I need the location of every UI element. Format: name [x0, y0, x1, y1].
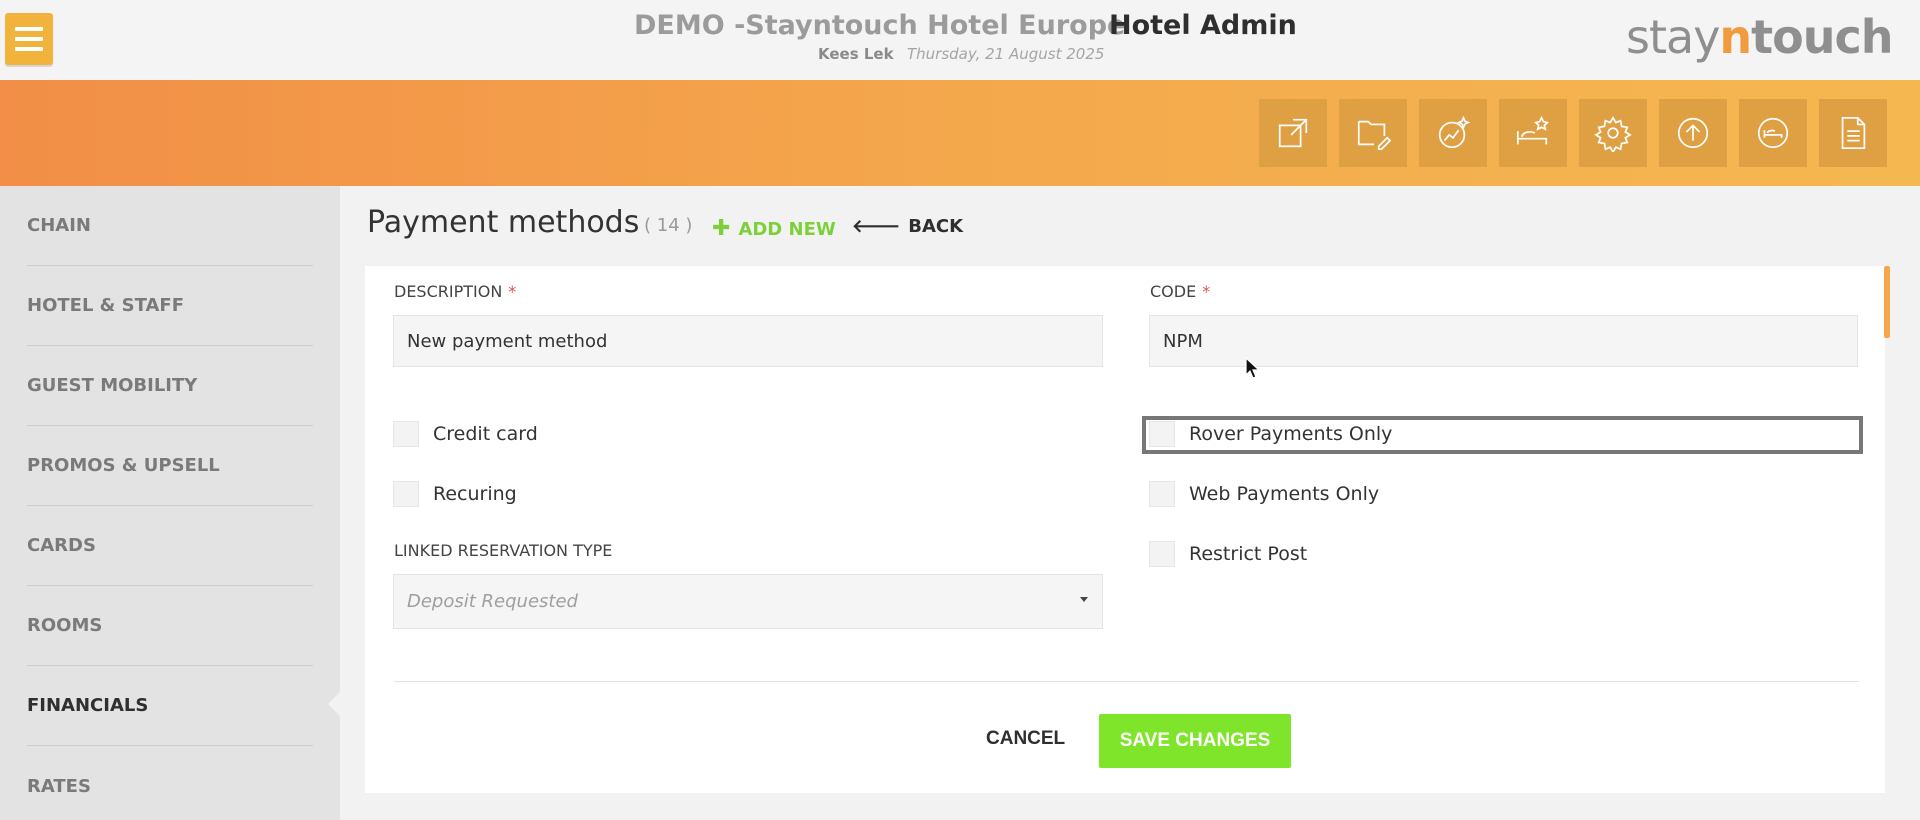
- menu-icon-bar: [15, 47, 43, 51]
- bed-circle-icon: [1757, 117, 1789, 149]
- cancel-button[interactable]: CANCEL: [986, 728, 1065, 750]
- add-new-label: ADD NEW: [738, 219, 836, 240]
- item-count: ( 14 ): [644, 215, 693, 236]
- scrollbar-thumb[interactable]: [1884, 266, 1890, 338]
- recuring-checkbox[interactable]: Recuring: [393, 481, 517, 507]
- checkbox-box[interactable]: [1149, 421, 1175, 447]
- user-name: Kees Lek: [818, 45, 894, 63]
- sidebar-item-rates[interactable]: RATES: [27, 746, 313, 820]
- checkbox-label: Rover Payments Only: [1189, 423, 1393, 445]
- document-icon: [1841, 116, 1866, 150]
- form-divider: [394, 681, 1859, 682]
- code-label: CODE *: [1150, 282, 1211, 301]
- restrict-post-checkbox[interactable]: Restrict Post: [1149, 541, 1307, 567]
- rover-payments-only-checkbox[interactable]: Rover Payments Only: [1149, 421, 1392, 447]
- external-link-button[interactable]: [1259, 99, 1327, 167]
- required-marker: *: [1202, 282, 1211, 301]
- checkbox-label: Recuring: [433, 483, 517, 505]
- save-changes-button[interactable]: SAVE CHANGES: [1099, 714, 1291, 768]
- linked-reservation-type-select[interactable]: Deposit Requested: [393, 574, 1103, 629]
- sidebar-item-financials[interactable]: FINANCIALS: [27, 666, 313, 746]
- top-header: DEMO -Stayntouch Hotel Europe Hotel Admi…: [0, 0, 1920, 80]
- hamburger-menu-button[interactable]: [5, 13, 53, 65]
- rooms-button[interactable]: [1739, 99, 1807, 167]
- toolbar-band: [0, 80, 1920, 186]
- sidebar-item-guest-mobility[interactable]: GUEST MOBILITY: [27, 346, 313, 426]
- page-title: Payment methods: [367, 205, 640, 240]
- menu-icon-bar: [15, 37, 43, 41]
- checkbox-label: Credit card: [433, 423, 538, 445]
- sidebar-item-hotel-staff[interactable]: HOTEL & STAFF: [27, 266, 313, 346]
- web-payments-only-checkbox[interactable]: Web Payments Only: [1149, 481, 1379, 507]
- section-title: Hotel Admin: [1109, 10, 1297, 41]
- reports-button[interactable]: [1819, 99, 1887, 167]
- sidebar-item-chain[interactable]: CHAIN: [27, 186, 313, 266]
- plus-icon: ✚: [712, 216, 731, 241]
- sidebar-item-promos-upsell[interactable]: PROMOS & UPSELL: [27, 426, 313, 506]
- required-marker: *: [508, 282, 517, 301]
- checkbox-box[interactable]: [1149, 481, 1175, 507]
- back-label: BACK: [908, 216, 964, 237]
- checkbox-box[interactable]: [393, 421, 419, 447]
- back-button[interactable]: 🡐 BACK: [852, 216, 963, 237]
- external-link-icon: [1278, 118, 1308, 148]
- credit-card-checkbox[interactable]: Credit card: [393, 421, 538, 447]
- menu-icon-bar: [15, 27, 43, 31]
- bed-star-icon: [1516, 115, 1549, 145]
- active-item-pointer: [328, 692, 340, 716]
- sparkle-chart-icon: [1438, 115, 1471, 149]
- description-label: DESCRIPTION *: [394, 282, 517, 301]
- hotel-name: DEMO -Stayntouch Hotel Europe: [634, 10, 1126, 41]
- analytics-button[interactable]: [1419, 99, 1487, 167]
- sidebar-item-rooms[interactable]: ROOMS: [27, 586, 313, 666]
- arrow-left-icon: 🡐: [852, 216, 901, 237]
- linked-reservation-type-label: LINKED RESERVATION TYPE: [394, 541, 613, 560]
- settings-button[interactable]: [1579, 99, 1647, 167]
- folder-edit-icon: [1357, 120, 1392, 151]
- sidebar: CHAIN HOTEL & STAFF GUEST MOBILITY PROMO…: [0, 186, 340, 820]
- checkbox-box[interactable]: [393, 481, 419, 507]
- description-field[interactable]: New payment method: [393, 315, 1103, 367]
- gear-icon: [1594, 116, 1632, 152]
- checkbox-label: Restrict Post: [1189, 543, 1308, 565]
- caret-down-icon: [1080, 597, 1088, 602]
- current-date: Thursday, 21 August 2025: [907, 45, 1105, 63]
- add-new-button[interactable]: ✚ ADD NEW: [712, 216, 836, 241]
- upload-circle-icon: [1677, 117, 1709, 149]
- checkbox-box[interactable]: [1149, 541, 1175, 567]
- room-upsell-button[interactable]: [1499, 99, 1567, 167]
- upload-button[interactable]: [1659, 99, 1727, 167]
- mouse-cursor-icon: [1245, 356, 1261, 381]
- stayntouch-logo: stayntouch: [1626, 10, 1894, 64]
- select-placeholder: Deposit Requested: [407, 591, 578, 612]
- folder-edit-button[interactable]: [1339, 99, 1407, 167]
- checkbox-label: Web Payments Only: [1189, 483, 1380, 505]
- sidebar-item-cards[interactable]: CARDS: [27, 506, 313, 586]
